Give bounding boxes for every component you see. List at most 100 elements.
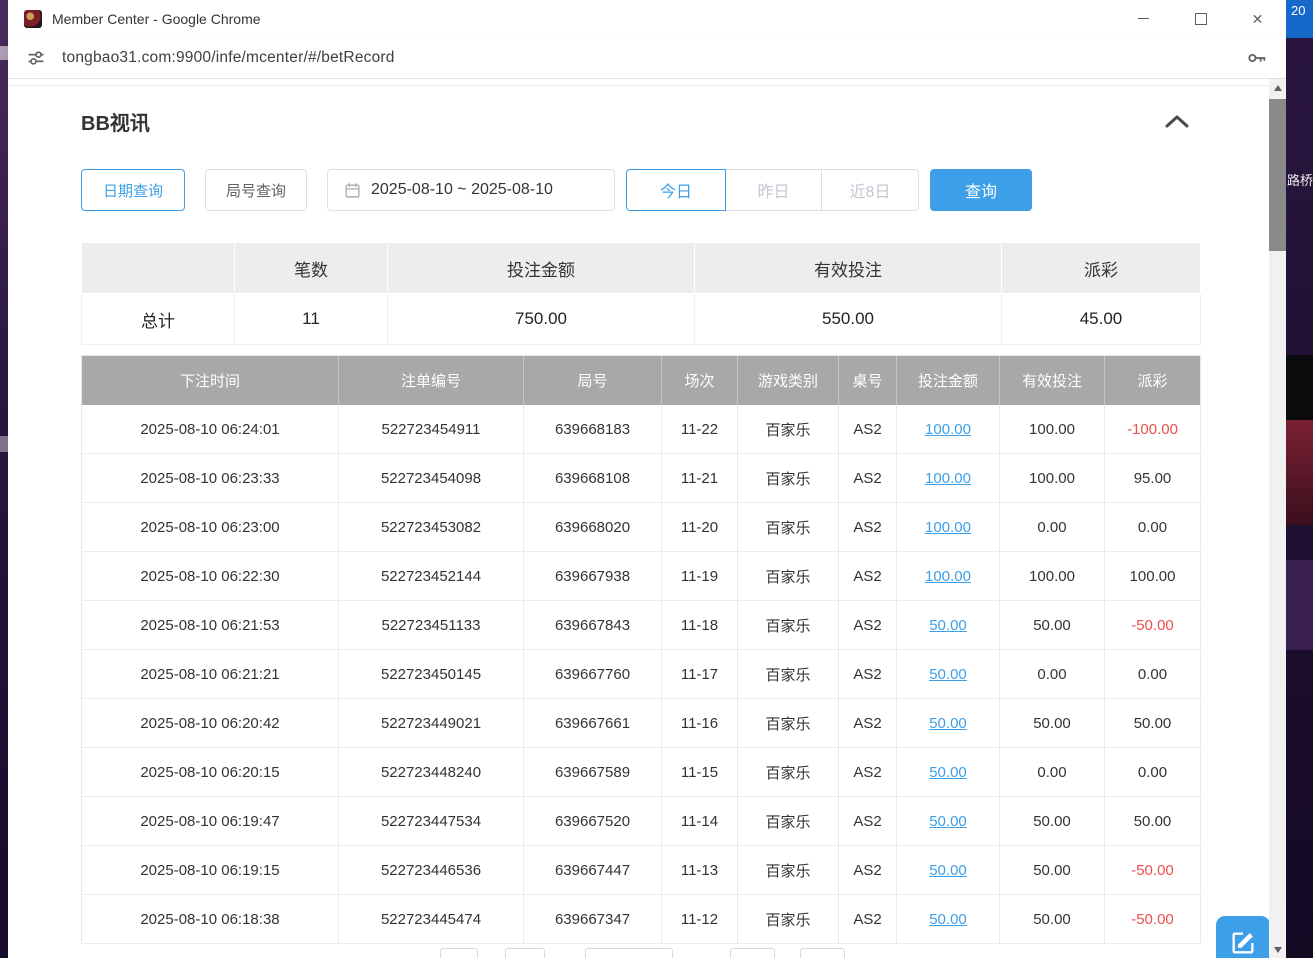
bet-amount-link[interactable]: 100.00: [925, 519, 971, 536]
background-image-fragment: [1286, 355, 1313, 420]
cell-valid: 0.00: [1000, 748, 1105, 797]
cell-order: 522723448240: [339, 748, 524, 797]
cell-round: 639668183: [524, 405, 662, 454]
bet-amount-link[interactable]: 50.00: [929, 764, 967, 781]
cell-table: AS2: [839, 454, 897, 503]
password-key-icon[interactable]: [1246, 47, 1268, 69]
cell-payout: 0.00: [1105, 748, 1201, 797]
cell-time: 2025-08-10 06:24:01: [82, 405, 339, 454]
cell-table: AS2: [839, 405, 897, 454]
cell-valid: 0.00: [1000, 650, 1105, 699]
today-button[interactable]: 今日: [626, 169, 726, 211]
cell-round: 639667520: [524, 797, 662, 846]
summary-payout-value: 45.00: [1002, 294, 1201, 345]
table-row: 2025-08-10 06:24:01 522723454911 6396681…: [82, 405, 1201, 454]
cell-game: 百家乐: [738, 650, 839, 699]
yesterday-button[interactable]: 昨日: [725, 169, 822, 211]
bet-record-table: 下注时间 注单编号 局号 场次 游戏类别 桌号 投注金额 有效投注 派彩 202…: [81, 355, 1201, 944]
date-query-button[interactable]: 日期查询: [81, 169, 185, 211]
pagination-item[interactable]: [800, 948, 845, 958]
section-title: BB视讯: [81, 107, 150, 136]
minimize-button[interactable]: [1115, 0, 1172, 37]
cell-round: 639667589: [524, 748, 662, 797]
summary-header-bet: 投注金额: [388, 243, 695, 294]
bet-amount-link[interactable]: 100.00: [925, 421, 971, 438]
cell-valid: 50.00: [1000, 797, 1105, 846]
bet-amount-link[interactable]: 50.00: [929, 911, 967, 928]
date-range-value: 2025-08-10 ~ 2025-08-10: [371, 181, 553, 199]
scrollbar-thumb[interactable]: [1269, 99, 1286, 251]
summary-row: 总计 11 750.00 550.00 45.00: [82, 294, 1201, 345]
cell-bet: 50.00: [897, 895, 1000, 944]
cell-bet: 50.00: [897, 797, 1000, 846]
cell-payout: 0.00: [1105, 650, 1201, 699]
cell-session: 11-14: [662, 797, 738, 846]
scroll-up-arrow[interactable]: [1269, 79, 1286, 96]
cell-time: 2025-08-10 06:20:42: [82, 699, 339, 748]
close-icon: ✕: [1252, 12, 1264, 26]
cell-table: AS2: [839, 797, 897, 846]
cell-table: AS2: [839, 699, 897, 748]
background-fragment: [0, 436, 8, 452]
bet-amount-link[interactable]: 100.00: [925, 568, 971, 585]
cell-bet: 100.00: [897, 405, 1000, 454]
site-settings-icon[interactable]: [26, 48, 46, 68]
cell-game: 百家乐: [738, 454, 839, 503]
title-bar: Member Center - Google Chrome ✕: [8, 0, 1286, 37]
app-icon: [24, 10, 42, 28]
last-8-days-button[interactable]: 近8日: [821, 169, 919, 211]
address-bar[interactable]: tongbao31.com:9900/infe/mcenter/#/betRec…: [8, 37, 1286, 78]
bet-amount-link[interactable]: 100.00: [925, 470, 971, 487]
cell-table: AS2: [839, 552, 897, 601]
bet-amount-link[interactable]: 50.00: [929, 666, 967, 683]
summary-header-payout: 派彩: [1002, 243, 1201, 294]
table-row: 2025-08-10 06:23:00 522723453082 6396680…: [82, 503, 1201, 552]
cell-order: 522723454098: [339, 454, 524, 503]
cell-time: 2025-08-10 06:21:53: [82, 601, 339, 650]
cell-payout: 95.00: [1105, 454, 1201, 503]
cell-bet: 50.00: [897, 601, 1000, 650]
url-text[interactable]: tongbao31.com:9900/infe/mcenter/#/betRec…: [62, 49, 395, 67]
cell-time: 2025-08-10 06:20:15: [82, 748, 339, 797]
collapse-chevron-icon[interactable]: [1164, 114, 1190, 129]
search-button[interactable]: 查询: [930, 169, 1032, 211]
summary-header-count: 笔数: [235, 243, 388, 294]
background-image-fragment: [1286, 420, 1313, 525]
cell-round: 639667661: [524, 699, 662, 748]
pagination-item[interactable]: [730, 948, 775, 958]
round-query-button[interactable]: 局号查询: [205, 169, 307, 211]
scrollbar[interactable]: [1269, 79, 1286, 958]
calendar-icon: [344, 182, 361, 199]
summary-total-label: 总计: [82, 294, 235, 345]
table-row: 2025-08-10 06:20:42 522723449021 6396676…: [82, 699, 1201, 748]
close-button[interactable]: ✕: [1229, 0, 1286, 37]
desktop-background-right: 20 路桥: [1286, 0, 1313, 958]
bet-amount-link[interactable]: 50.00: [929, 862, 967, 879]
maximize-icon: [1195, 13, 1207, 25]
bet-amount-link[interactable]: 50.00: [929, 813, 967, 830]
table-header-row: 下注时间 注单编号 局号 场次 游戏类别 桌号 投注金额 有效投注 派彩: [82, 356, 1201, 406]
pagination-item[interactable]: [505, 948, 545, 958]
cell-time: 2025-08-10 06:19:47: [82, 797, 339, 846]
summary-bet-value: 750.00: [388, 294, 695, 345]
cell-session: 11-16: [662, 699, 738, 748]
bet-amount-link[interactable]: 50.00: [929, 715, 967, 732]
cell-time: 2025-08-10 06:18:38: [82, 895, 339, 944]
cell-session: 11-13: [662, 846, 738, 895]
maximize-button[interactable]: [1172, 0, 1229, 37]
browser-window: Member Center - Google Chrome ✕ tongbao3…: [8, 0, 1286, 958]
scroll-down-arrow[interactable]: [1269, 941, 1286, 958]
background-fragment: [0, 46, 8, 60]
cell-game: 百家乐: [738, 699, 839, 748]
date-range-input[interactable]: 2025-08-10 ~ 2025-08-10: [327, 169, 615, 211]
bet-amount-link[interactable]: 50.00: [929, 617, 967, 634]
summary-valid-value: 550.00: [695, 294, 1002, 345]
edit-fab-button[interactable]: [1216, 916, 1269, 958]
cell-session: 11-22: [662, 405, 738, 454]
cell-game: 百家乐: [738, 797, 839, 846]
cell-payout: 100.00: [1105, 552, 1201, 601]
cell-game: 百家乐: [738, 895, 839, 944]
desktop-background-left: [0, 0, 8, 958]
pagination-page-size-select[interactable]: [585, 948, 673, 958]
pagination-item[interactable]: [440, 948, 478, 958]
